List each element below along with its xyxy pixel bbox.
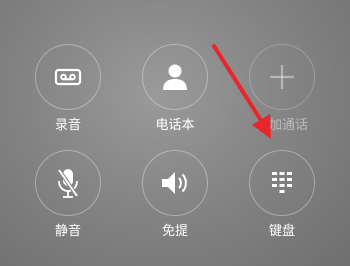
annotation-arrow: [212, 44, 271, 139]
